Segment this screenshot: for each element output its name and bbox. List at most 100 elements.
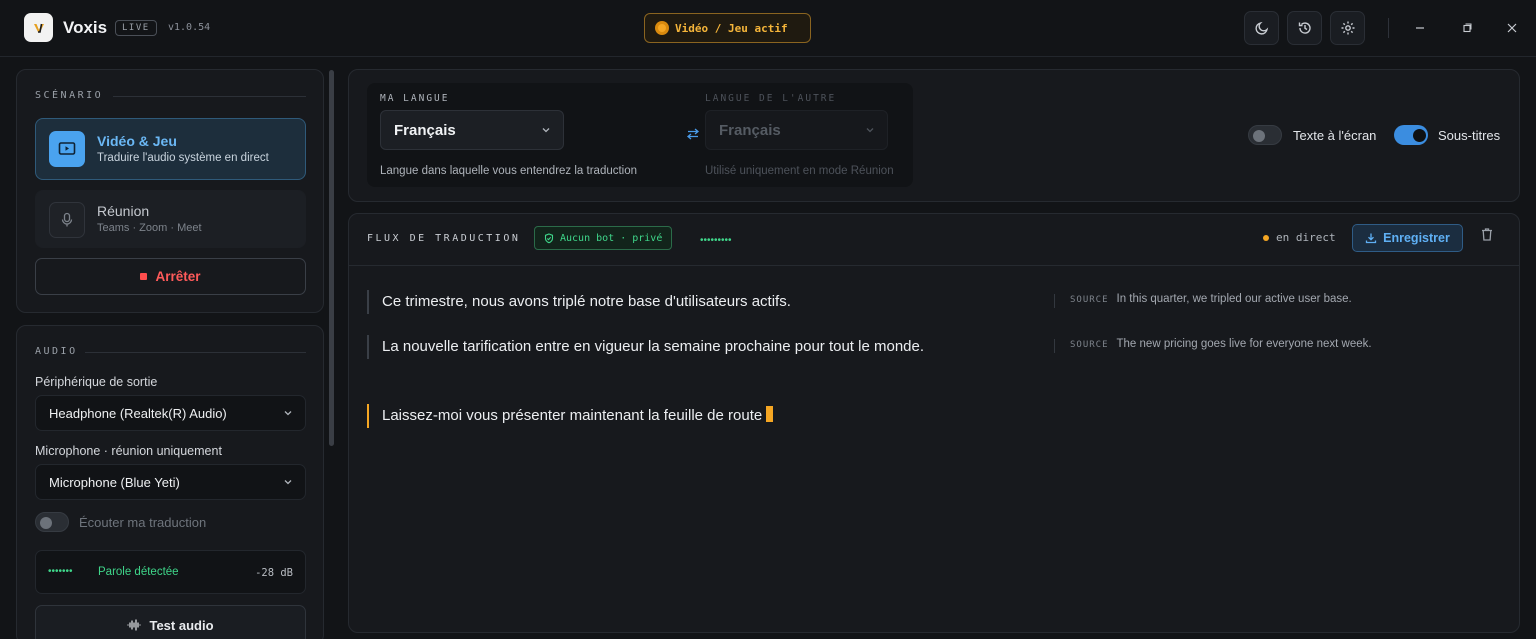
section-divider (113, 96, 306, 97)
minimize-icon (1416, 27, 1424, 29)
microphone-label: Microphone · réunion uniquement (35, 444, 222, 458)
source-line: SOURCE In this quarter, we tripled our ac… (1054, 293, 1352, 308)
chevron-down-icon (866, 128, 874, 133)
live-indicator: en direct (1263, 231, 1336, 244)
scenario-section-label: SCÉNARIO (35, 90, 104, 101)
waveform-icon (127, 619, 142, 631)
title-bar: Voxis LIVE v1.0.54 Vidéo / Jeu actif (0, 0, 1536, 57)
subtitles-label: Sous-titres (1438, 128, 1501, 143)
source-tag: SOURCE (1070, 295, 1109, 305)
output-device-select[interactable]: Headphone (Realtek(R) Audio) (35, 395, 306, 431)
app-logo (24, 13, 53, 42)
live-dot-icon (1263, 234, 1269, 241)
download-icon (1365, 233, 1377, 244)
translation-text: Laissez-moi vous présenter maintenant la… (382, 407, 763, 424)
scenario-subtitle: Traduire l'audio système en direct (97, 152, 269, 164)
stream-header-divider (349, 265, 1520, 266)
microphone-select[interactable]: Microphone (Blue Yeti) (35, 464, 306, 500)
swap-languages-button[interactable] (686, 127, 700, 146)
close-window-button[interactable] (1498, 14, 1526, 42)
language-selector-box: MA LANGUE Français Langue dans laquelle … (367, 83, 913, 187)
gear-icon (1341, 21, 1354, 35)
live-badge: LIVE (115, 20, 157, 36)
typing-cursor (766, 406, 774, 422)
live-label: en direct (1276, 231, 1336, 244)
output-device-value: Headphone (Realtek(R) Audio) (49, 405, 227, 421)
source-text: In this quarter, we tripled our active u… (1116, 293, 1352, 305)
scenario-title: Réunion (97, 203, 150, 219)
play-screen-icon (49, 131, 85, 167)
active-mode-label: Vidéo / Jeu actif (675, 21, 788, 35)
app-version: v1.0.54 (168, 22, 211, 33)
app-name: Voxis (63, 18, 108, 37)
privacy-badge: Aucun bot · privé (534, 226, 673, 250)
source-line: SOURCE The new pricing goes live for ever… (1054, 338, 1372, 353)
level-meter-dots: ••••••• (48, 566, 73, 577)
microphone-icon (49, 202, 85, 238)
other-language-value: Français (719, 121, 781, 139)
other-language-select[interactable]: Français (705, 110, 888, 150)
clear-stream-button[interactable] (1480, 227, 1494, 247)
settings-button[interactable] (1330, 11, 1365, 45)
other-language-label: LANGUE DE L'AUTRE (705, 93, 837, 104)
minimize-button[interactable] (1406, 14, 1434, 42)
scenario-video-game[interactable]: Vidéo & Jeu Traduire l'audio système en … (35, 118, 306, 180)
audio-panel: AUDIO Périphérique de sortie Headphone (… (16, 325, 324, 639)
chevron-down-icon (284, 411, 292, 416)
trash-icon (1482, 228, 1492, 241)
toggle-knob (1253, 130, 1265, 142)
source-tag: SOURCE (1070, 340, 1109, 350)
my-language-select[interactable]: Français (380, 110, 564, 150)
scenario-panel: SCÉNARIO Vidéo & Jeu Traduire l'audio sy… (16, 69, 324, 313)
overlay-text-toggle[interactable] (1248, 125, 1282, 145)
translation-text: Ce trimestre, nous avons triplé notre ba… (382, 293, 791, 310)
history-button[interactable] (1287, 11, 1322, 45)
other-language-hint: Utilisé uniquement en mode Réunion (705, 165, 894, 177)
translation-line: La nouvelle tarification entre en vigueu… (367, 335, 927, 359)
output-device-label: Périphérique de sortie (35, 375, 158, 389)
swap-arrows-icon (686, 128, 700, 140)
language-panel: MA LANGUE Français Langue dans laquelle … (348, 69, 1520, 202)
history-icon (1298, 22, 1311, 34)
translation-stream-panel: FLUX DE TRADUCTION Aucun bot · privé •••… (348, 213, 1520, 633)
stop-label: Arrêter (155, 269, 201, 284)
restore-icon (1463, 23, 1472, 33)
record-button[interactable]: Enregistrer (1352, 224, 1463, 252)
voice-level-indicator: ••••••• Parole détectée -28 dB (35, 550, 306, 594)
audio-section-label: AUDIO (35, 346, 78, 357)
active-mode-pill[interactable]: Vidéo / Jeu actif (644, 13, 811, 43)
microphone-value: Microphone (Blue Yeti) (49, 474, 180, 490)
mode-status-dot-icon (655, 21, 669, 35)
restore-button[interactable] (1453, 14, 1481, 42)
chevron-down-icon (284, 480, 292, 485)
record-label: Enregistrer (1383, 231, 1450, 245)
translation-line-current: Laissez-moi vous présenter maintenant la… (367, 404, 927, 428)
speech-detected-label: Parole détectée (98, 566, 179, 578)
scenario-meeting[interactable]: Réunion Teams · Zoom · Meet (35, 190, 306, 248)
stop-button[interactable]: Arrêter (35, 258, 306, 295)
my-language-value: Français (394, 121, 456, 139)
my-language-hint: Langue dans laquelle vous entendrez la t… (380, 165, 638, 177)
moon-icon (1254, 21, 1268, 35)
translation-line: Ce trimestre, nous avons triplé notre ba… (367, 290, 927, 314)
monitor-translation-toggle[interactable] (35, 512, 69, 532)
scenario-subtitle: Teams · Zoom · Meet (97, 222, 202, 234)
subtitles-toggle[interactable] (1394, 125, 1428, 145)
toggle-knob (40, 517, 52, 529)
test-audio-label: Test audio (149, 617, 214, 633)
shield-check-icon (544, 232, 554, 243)
theme-toggle-button[interactable] (1244, 11, 1279, 45)
titlebar-separator (1388, 18, 1389, 38)
sidebar-scrollbar[interactable] (329, 70, 334, 446)
test-audio-button[interactable]: Test audio (35, 605, 306, 639)
scenario-title: Vidéo & Jeu (97, 133, 177, 149)
logo-mark-icon (33, 23, 44, 33)
my-language-label: MA LANGUE (380, 93, 450, 104)
source-text: The new pricing goes live for everyone n… (1116, 338, 1372, 350)
toggle-knob (1413, 129, 1426, 142)
overlay-text-label: Texte à l'écran (1293, 128, 1377, 143)
chevron-down-icon (542, 128, 550, 133)
close-icon (1507, 23, 1517, 33)
stop-square-icon (140, 273, 148, 280)
stream-title: FLUX DE TRADUCTION (367, 233, 521, 244)
